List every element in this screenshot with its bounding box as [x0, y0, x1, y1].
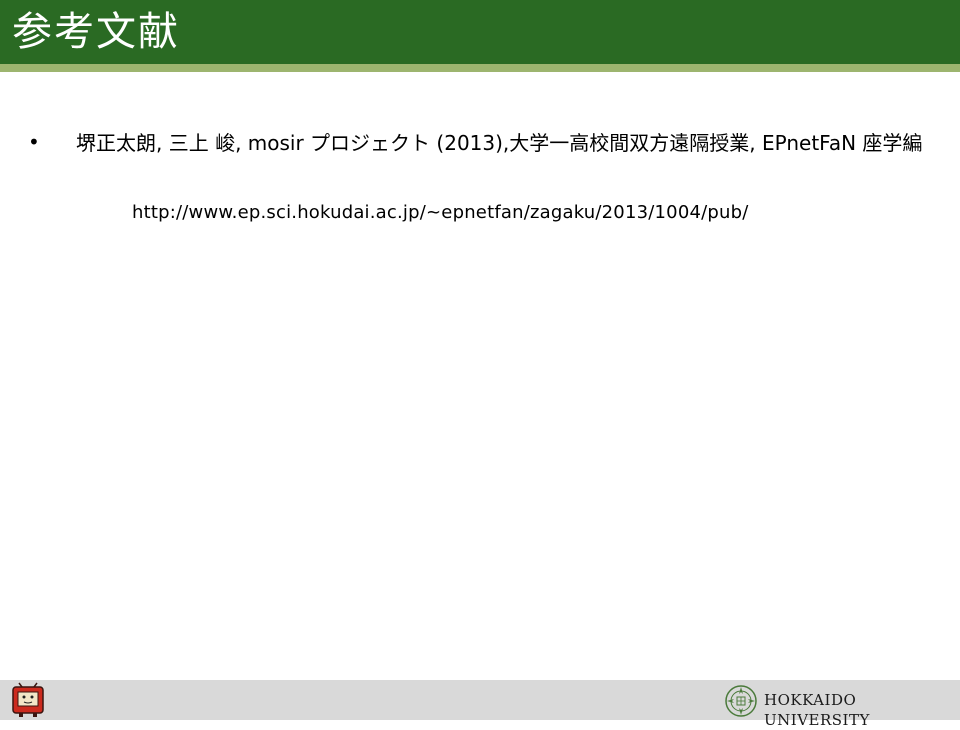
reference-bullet: •: [28, 130, 40, 154]
mascot-tv-icon: [12, 682, 44, 717]
hokkaido-university-emblem-icon: [725, 685, 757, 717]
university-name: HOKKAIDO UNIVERSITY: [764, 691, 870, 729]
reference-url[interactable]: http://www.ep.sci.hokudai.ac.jp/~epnetfa…: [132, 200, 749, 226]
reference-text: 堺正太朗, 三上 峻, mosir プロジェクト (2013),大学一高校間双方…: [76, 131, 923, 155]
slide-content: • 堺正太朗, 三上 峻, mosir プロジェクト (2013),大学一高校間…: [0, 0, 960, 720]
